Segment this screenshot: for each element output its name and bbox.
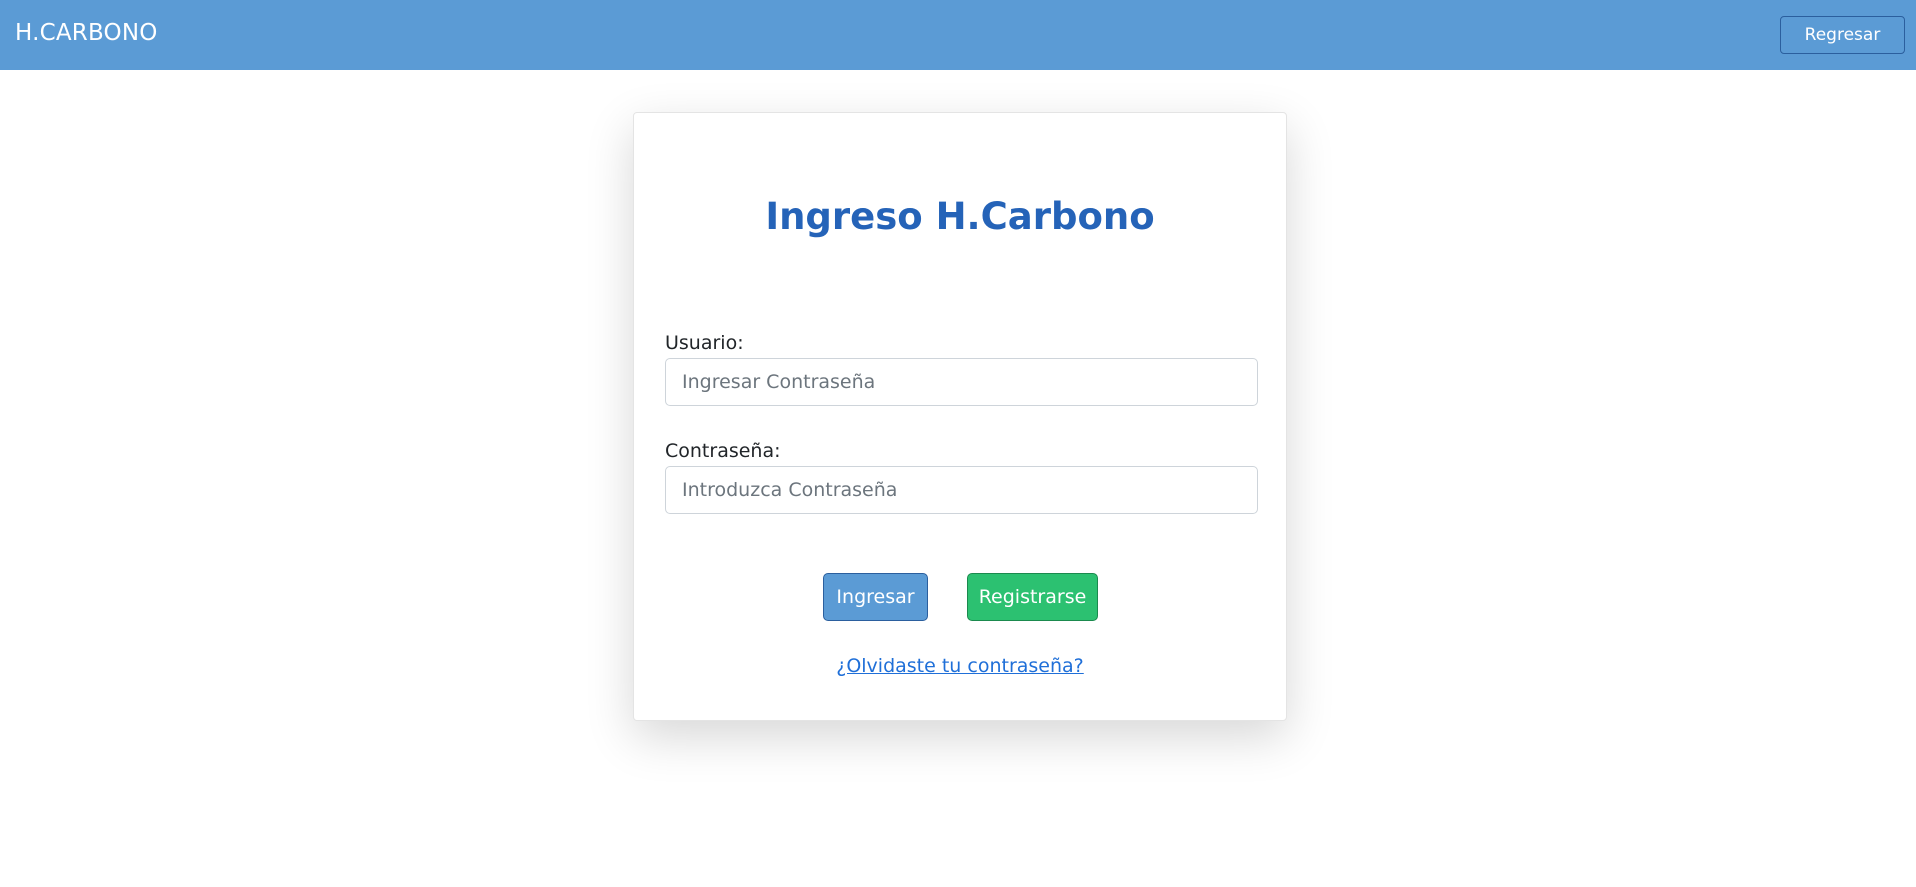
register-button[interactable]: Registrarse <box>967 573 1098 621</box>
password-label: Contraseña: <box>665 440 781 462</box>
login-button[interactable]: Ingresar <box>823 573 928 621</box>
login-card: Ingreso H.Carbono Usuario: Contraseña: I… <box>633 112 1287 721</box>
forgot-password-link[interactable]: ¿Olvidaste tu contraseña? <box>836 655 1084 677</box>
navbar: H.CARBONO Regresar <box>0 0 1916 70</box>
login-title: Ingreso H.Carbono <box>765 195 1155 238</box>
brand-logo-text[interactable]: H.CARBONO <box>15 20 158 46</box>
username-input[interactable] <box>665 358 1258 406</box>
username-label: Usuario: <box>665 332 744 354</box>
back-button[interactable]: Regresar <box>1780 16 1905 54</box>
forgot-password-container: ¿Olvidaste tu contraseña? <box>634 655 1286 677</box>
password-input[interactable] <box>665 466 1258 514</box>
